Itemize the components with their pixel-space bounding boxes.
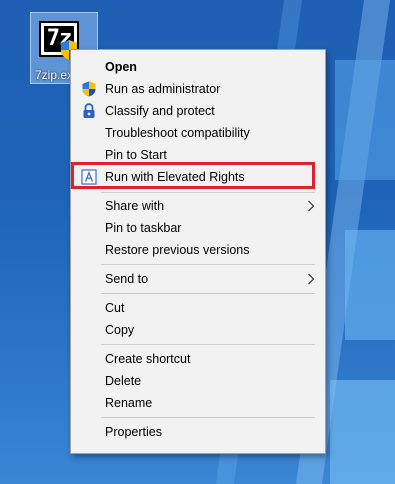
menu-separator [101, 264, 315, 265]
menu-separator [101, 344, 315, 345]
chevron-right-icon [308, 273, 315, 285]
menu-separator [101, 417, 315, 418]
menu-item-restore-previous-versions[interactable]: Restore previous versions [71, 239, 325, 261]
menu-item-copy[interactable]: Copy [71, 319, 325, 341]
menu-item-create-shortcut[interactable]: Create shortcut [71, 348, 325, 370]
highlight-box [71, 162, 315, 189]
context-menu: Open Run as administrator Classify and p… [70, 49, 326, 454]
menu-item-troubleshoot-compatibility[interactable]: Troubleshoot compatibility [71, 122, 325, 144]
chevron-right-icon [308, 200, 315, 212]
menu-item-share-with[interactable]: Share with [71, 195, 325, 217]
file-name-label: 7zip.ex [35, 68, 74, 82]
menu-item-properties[interactable]: Properties [71, 421, 325, 443]
menu-item-pin-to-taskbar[interactable]: Pin to taskbar [71, 217, 325, 239]
menu-item-rename[interactable]: Rename [71, 392, 325, 414]
menu-separator [101, 192, 315, 193]
menu-item-classify-and-protect[interactable]: Classify and protect [71, 100, 325, 122]
menu-item-delete[interactable]: Delete [71, 370, 325, 392]
lock-icon [83, 103, 95, 118]
menu-item-cut[interactable]: Cut [71, 297, 325, 319]
menu-separator [101, 293, 315, 294]
menu-item-send-to[interactable]: Send to [71, 268, 325, 290]
menu-item-run-as-administrator[interactable]: Run as administrator [71, 78, 325, 100]
menu-item-open[interactable]: Open [71, 56, 325, 78]
uac-shield-icon [82, 81, 96, 97]
